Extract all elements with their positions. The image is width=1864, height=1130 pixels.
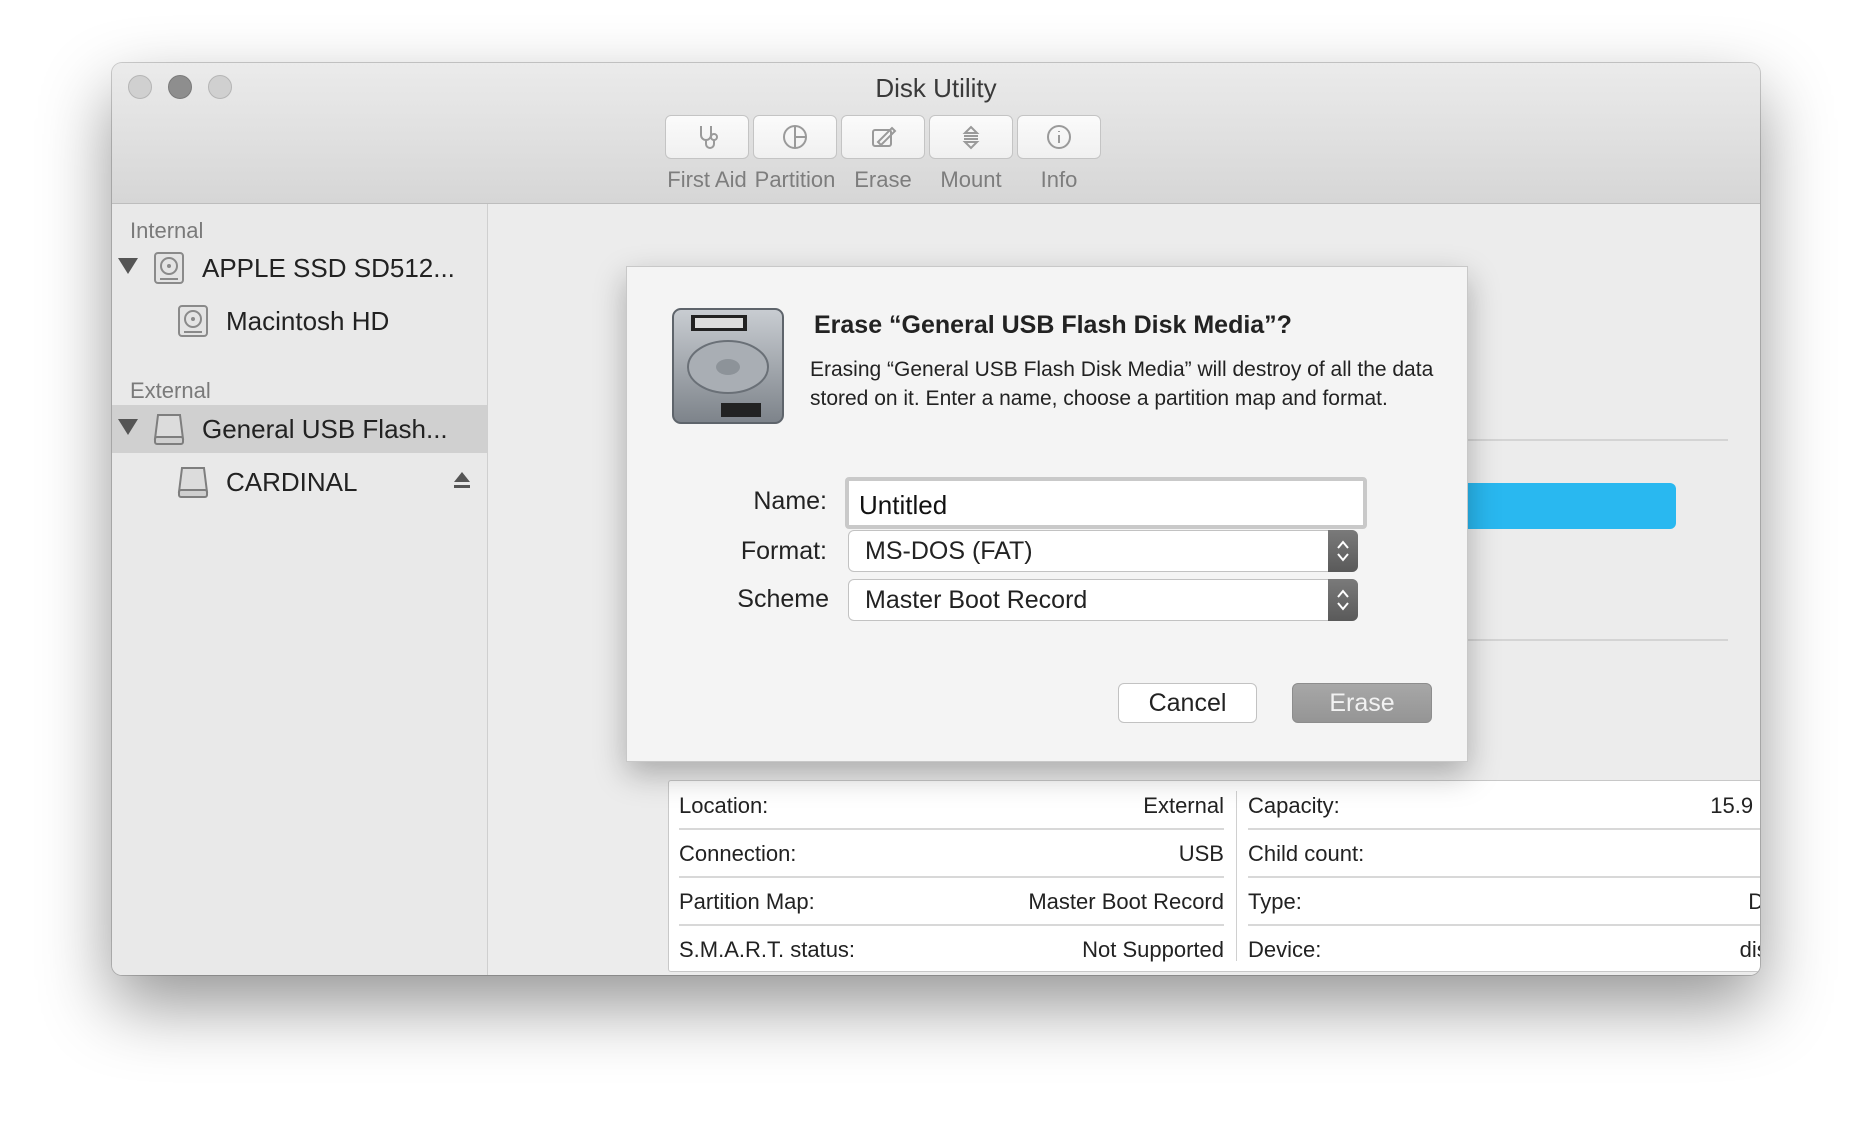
info-key: Connection:	[679, 841, 797, 866]
toolbar-label: Erase	[854, 167, 912, 192]
scheme-value: Master Boot Record	[865, 586, 1088, 614]
disk-utility-window: Disk Utility First Aid Partition Erase M…	[112, 63, 1760, 975]
info-key: Type:	[1248, 889, 1302, 914]
toolbar-mount[interactable]: Mount	[921, 115, 1021, 193]
info-table: Location: External Connection: USB Parti…	[668, 780, 1760, 972]
first-aid-button[interactable]	[665, 115, 749, 159]
info-key: Partition Map:	[679, 889, 815, 914]
sidebar-item-label: APPLE SSD SD512...	[202, 253, 455, 283]
stethoscope-icon	[700, 126, 718, 149]
pie-chart-icon	[783, 125, 807, 149]
name-field[interactable]	[845, 477, 1367, 529]
erase-button[interactable]: Erase	[1292, 683, 1432, 723]
mount-button[interactable]	[929, 115, 1013, 159]
sidebar-item-external-volume[interactable]: CARDINAL	[112, 458, 487, 506]
format-label: Format:	[740, 537, 827, 565]
info-row: S.M.A.R.T. status: Not Supported	[679, 925, 1224, 972]
info-row: Type: Disk	[1248, 877, 1760, 926]
info-key: Capacity:	[1248, 793, 1340, 818]
sidebar-item-label: Macintosh HD	[226, 306, 390, 336]
sidebar-item-label: General USB Flash...	[202, 414, 448, 444]
info-value: External	[1143, 793, 1224, 818]
disclosure-triangle-icon[interactable]	[118, 258, 138, 274]
up-down-arrows-icon	[1328, 530, 1358, 572]
info-row: Child count: 1	[1248, 829, 1760, 878]
volume-disk-icon	[177, 467, 209, 498]
scheme-popup[interactable]: Master Boot Record	[848, 579, 1358, 621]
info-value: Master Boot Record	[1028, 889, 1224, 914]
internal-disk-icon	[154, 252, 184, 284]
toolbar-info[interactable]: Info	[1009, 115, 1109, 193]
toolbar-partition[interactable]: Partition	[745, 115, 845, 193]
erase-dialog: Erase “General USB Flash Disk Media”? Er…	[626, 266, 1468, 762]
info-row: Capacity: 15.9 GB	[1248, 781, 1760, 830]
info-value: Not Supported	[1082, 937, 1224, 962]
scheme-label: Scheme	[737, 585, 829, 613]
info-value: 15.9 GB	[1710, 793, 1760, 818]
toolbar-label: First Aid	[667, 167, 747, 192]
name-input[interactable]	[849, 481, 1363, 525]
cancel-button[interactable]: Cancel	[1118, 683, 1257, 723]
info-row: Device: disk2	[1248, 925, 1760, 972]
toolbar-label: Partition	[754, 167, 836, 192]
info-column-divider	[1236, 791, 1237, 961]
window-title: Disk Utility	[875, 73, 997, 103]
info-row: Connection: USB	[679, 829, 1224, 878]
toolbar-label: Info	[1040, 167, 1078, 192]
volume-disk-icon	[178, 305, 208, 337]
format-popup[interactable]: MS-DOS (FAT)	[848, 530, 1358, 572]
info-value: disk2	[1739, 937, 1760, 962]
info-button[interactable]	[1017, 115, 1101, 159]
info-column-left: Location: External Connection: USB Parti…	[669, 781, 1236, 971]
info-key: S.M.A.R.T. status:	[679, 937, 856, 962]
hard-drive-icon	[672, 308, 784, 424]
info-value: USB	[1178, 841, 1224, 866]
toolbar-first-aid[interactable]: First Aid	[657, 115, 757, 193]
sidebar: Internal APPLE SSD SD512... Macintosh HD…	[112, 204, 488, 975]
info-value: Disk	[1748, 889, 1760, 914]
format-value: MS-DOS (FAT)	[865, 537, 1033, 565]
partition-button[interactable]	[753, 115, 837, 159]
mount-arrows-icon	[962, 125, 980, 150]
eject-icon[interactable]	[453, 470, 471, 490]
info-key: Location:	[679, 793, 769, 818]
external-disk-icon	[153, 414, 185, 445]
dialog-title: Erase “General USB Flash Disk Media”?	[814, 311, 1292, 339]
info-row: Partition Map: Master Boot Record	[679, 877, 1224, 926]
info-key: Child count:	[1248, 841, 1365, 866]
toolbar-erase[interactable]: Erase	[833, 115, 933, 193]
sidebar-item-internal-disk[interactable]: APPLE SSD SD512...	[112, 244, 487, 292]
toolbar-label: Mount	[940, 167, 1002, 192]
pencil-eraser-icon	[872, 126, 897, 147]
name-label: Name:	[753, 487, 827, 515]
dialog-message: Erasing “General USB Flash Disk Media” w…	[810, 358, 1434, 410]
up-down-arrows-icon	[1328, 579, 1358, 621]
erase-toolbar-button[interactable]	[841, 115, 925, 159]
sidebar-item-label: CARDINAL	[226, 467, 358, 497]
titlebar: Disk Utility First Aid Partition Erase M…	[112, 63, 1760, 204]
sidebar-heading-internal: Internal	[130, 218, 204, 243]
disclosure-triangle-icon[interactable]	[118, 419, 138, 435]
info-column-right: Capacity: 15.9 GB Child count: 1 Type: D…	[1238, 781, 1760, 971]
sidebar-item-internal-volume[interactable]: Macintosh HD	[112, 297, 487, 345]
sidebar-heading-external: External	[130, 378, 211, 403]
info-icon	[1047, 125, 1071, 149]
sidebar-item-external-disk[interactable]: General USB Flash...	[112, 405, 487, 453]
info-key: Device:	[1248, 937, 1322, 962]
info-row: Location: External	[679, 781, 1224, 830]
